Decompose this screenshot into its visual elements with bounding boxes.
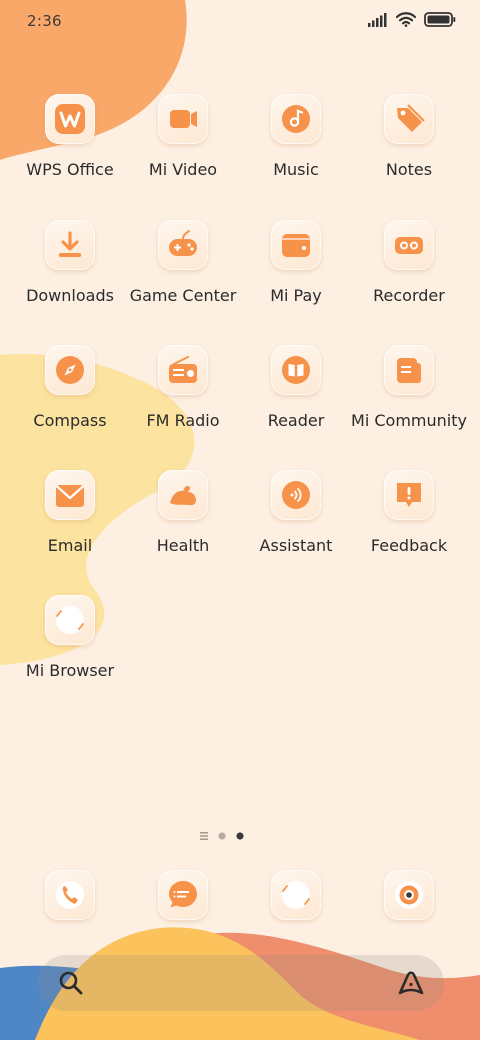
status-bar: 2:36: [0, 0, 480, 44]
app-fm-radio[interactable]: FM Radio: [123, 345, 243, 455]
dock: [0, 870, 480, 920]
app-label: Mi Browser: [25, 661, 115, 680]
app-mi-community[interactable]: Mi Community: [349, 345, 469, 455]
app-label: Email: [47, 536, 93, 555]
app-music[interactable]: Music: [236, 94, 356, 204]
recorder-icon: [395, 237, 423, 254]
messages-icon: [169, 881, 197, 908]
app-label: Game Center: [129, 286, 237, 305]
app-health[interactable]: Health: [123, 470, 243, 580]
mi-browser-icon: [56, 606, 84, 634]
health-icon: [170, 485, 196, 506]
camera-icon: [395, 881, 423, 909]
page-dot-3-current: [236, 832, 244, 840]
mi-pay-icon: [282, 234, 310, 257]
page-dot-2: [218, 832, 226, 840]
app-label: WPS Office: [26, 160, 114, 179]
app-notes[interactable]: Notes: [349, 94, 469, 204]
reader-icon: [282, 356, 310, 384]
app-reader[interactable]: Reader: [236, 345, 356, 455]
app-label: Feedback: [370, 536, 448, 555]
app-label: Health: [156, 536, 210, 555]
wps-office-icon: [55, 104, 85, 134]
app-assistant[interactable]: Assistant: [236, 470, 356, 580]
assistant-logo-icon[interactable]: [396, 970, 426, 996]
page-indicator[interactable]: [0, 829, 480, 843]
email-icon: [55, 485, 85, 507]
music-icon: [282, 105, 310, 133]
app-label: Compass: [33, 411, 107, 430]
app-label: Notes: [385, 160, 433, 179]
dock-phone[interactable]: [10, 870, 130, 920]
app-feedback[interactable]: Feedback: [349, 470, 469, 580]
app-label: Reader: [267, 411, 325, 430]
compass-icon: [56, 356, 84, 384]
battery-icon: [424, 12, 456, 27]
search-icon[interactable]: [58, 970, 84, 996]
app-game-center[interactable]: Game Center: [123, 220, 243, 330]
page-indicator-list-icon: [200, 832, 208, 840]
app-mi-pay[interactable]: Mi Pay: [236, 220, 356, 330]
signal-icon: [368, 12, 387, 27]
app-label: Recorder: [373, 286, 445, 305]
assistant-icon: [282, 481, 310, 509]
game-center-icon: [169, 230, 197, 256]
notes-icon: [397, 104, 425, 132]
app-downloads[interactable]: Downloads: [10, 220, 130, 330]
wifi-icon: [396, 12, 416, 27]
mi-community-icon: [397, 358, 421, 383]
app-mi-video[interactable]: Mi Video: [123, 94, 243, 204]
app-compass[interactable]: Compass: [10, 345, 130, 455]
feedback-icon: [397, 483, 421, 507]
search-bar[interactable]: [38, 955, 444, 1011]
phone-icon: [56, 881, 84, 909]
app-mi-browser[interactable]: Mi Browser: [10, 595, 130, 705]
dock-camera[interactable]: [349, 870, 469, 920]
downloads-icon: [59, 231, 81, 257]
app-label: Mi Video: [148, 160, 218, 179]
app-label: Music: [273, 160, 319, 179]
app-label: Mi Community: [351, 411, 467, 430]
app-recorder[interactable]: Recorder: [349, 220, 469, 330]
browser-icon: [282, 881, 310, 909]
mi-video-icon: [170, 110, 197, 128]
dock-browser[interactable]: [236, 870, 356, 920]
app-label: Mi Pay: [270, 286, 322, 305]
app-label: FM Radio: [146, 411, 220, 430]
dock-messages[interactable]: [123, 870, 243, 920]
app-label: Downloads: [26, 286, 114, 305]
app-wps-office[interactable]: WPS Office: [10, 94, 130, 204]
status-time: 2:36: [27, 12, 62, 30]
app-email[interactable]: Email: [10, 470, 130, 580]
app-label: Assistant: [259, 536, 333, 555]
fm-radio-icon: [169, 356, 197, 383]
